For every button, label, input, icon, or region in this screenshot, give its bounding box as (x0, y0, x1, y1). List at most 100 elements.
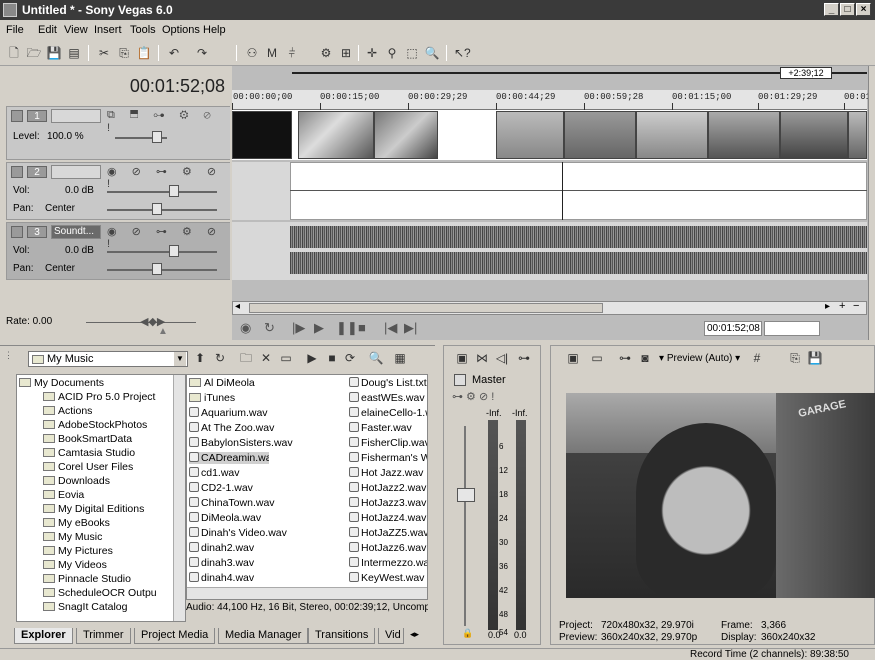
downmix-icon[interactable]: ◁| (494, 350, 510, 366)
file-item[interactable]: dinah4.wav (189, 572, 347, 584)
file-item[interactable]: Doug's List.txt (349, 377, 427, 389)
track-fx-icons[interactable]: ⧉ ⬒ ⊶ ⚙ ⊘ ! (107, 109, 230, 134)
tree-item[interactable]: ACID Pro 5.0 Project (43, 391, 155, 403)
scrollbar-thumb[interactable] (249, 303, 603, 313)
tree-item[interactable]: Corel User Files (43, 461, 133, 473)
pan-slider-track[interactable] (107, 209, 217, 211)
file-item[interactable]: Faster.wav (349, 422, 427, 434)
pan-slider-thumb[interactable] (152, 203, 162, 215)
file-item[interactable]: ChinaTown.wav (189, 497, 347, 509)
up-folder-icon[interactable]: ⬆ (192, 350, 208, 366)
tab-scroll-arrows-icon[interactable]: ◂▸ (410, 629, 419, 640)
mixer-properties-icon[interactable]: ▣ (454, 350, 470, 366)
file-item[interactable]: HotJazz6.wav (349, 542, 427, 554)
file-item[interactable]: At The Zoo.wav (189, 422, 347, 434)
file-item-selected[interactable]: CADreamin.wav (189, 452, 269, 464)
file-item[interactable]: eastWEs.wav (349, 392, 427, 404)
location-dropdown[interactable]: My Music ▼ (28, 351, 188, 367)
tree-item[interactable]: ScheduleOCR Outpu (43, 587, 157, 599)
track-name-field[interactable] (51, 165, 101, 179)
zoom-in-icon[interactable]: + (839, 300, 845, 312)
play-preview-icon[interactable]: ▶ (304, 350, 320, 366)
file-item[interactable]: Aquarium.wav (189, 407, 347, 419)
tree-item[interactable]: Downloads (43, 475, 110, 487)
file-item[interactable]: HotJaZZ5.wav (349, 527, 427, 539)
tree-item[interactable]: Actions (43, 405, 92, 417)
tab-media-manager[interactable]: Media Manager (218, 628, 309, 644)
open-folder-icon[interactable]: 🗁 (26, 45, 42, 61)
new-folder-icon[interactable]: 🗀 (238, 350, 254, 366)
menu-view[interactable]: View (64, 24, 88, 36)
tree-item-my-music[interactable]: My Music (43, 531, 102, 543)
zoom-tool-icon[interactable]: 🔍 (424, 45, 440, 61)
go-to-end-icon[interactable]: ▶| (404, 320, 417, 336)
file-item[interactable]: DiMeola.wav (189, 512, 347, 524)
video-clip[interactable] (496, 111, 564, 159)
view-options-icon[interactable]: ▦ (392, 350, 408, 366)
bus-icon[interactable]: ⋈ (474, 350, 490, 366)
menu-tools[interactable]: Tools (130, 24, 156, 36)
audio-track-3[interactable]: 3 Soundt... ◉ ⊘ ⊶ ⚙ ⊘ ! Vol: 0.0 dB Pan:… (6, 222, 230, 280)
menu-edit[interactable]: Edit (38, 24, 57, 36)
tree-item-my-documents[interactable]: My Documents (19, 377, 104, 389)
stop-icon[interactable]: ■ (358, 320, 366, 335)
timeline-vertical-scrollbar[interactable] (868, 66, 875, 340)
properties-icon[interactable]: ▤ (66, 45, 82, 61)
play-from-start-icon[interactable]: |▶ (292, 320, 305, 336)
menu-file[interactable]: File (6, 24, 24, 36)
tree-item[interactable]: Pinnacle Studio (43, 573, 131, 585)
file-list-scrollbar[interactable] (187, 587, 427, 599)
preview-quality-dropdown[interactable]: ▾ Preview (Auto) ▾ (659, 353, 740, 364)
tab-trimmer[interactable]: Trimmer (76, 628, 131, 644)
file-list[interactable]: Al DiMeola iTunes Aquarium.wav At The Zo… (186, 374, 428, 600)
video-clip[interactable] (298, 111, 374, 159)
tree-item[interactable]: My Videos (43, 559, 107, 571)
video-track-lane[interactable] (232, 110, 867, 160)
marker-icon[interactable]: M (264, 45, 280, 61)
normal-edit-tool-icon[interactable]: ✛ (364, 45, 380, 61)
file-item[interactable]: Fisherman's Wl (349, 452, 427, 464)
cut-icon[interactable]: ✂ (96, 45, 112, 61)
video-clip[interactable] (232, 111, 292, 159)
envelope-tool-icon[interactable]: ⚲ (384, 45, 400, 61)
save-snapshot-icon[interactable]: 💾 (807, 350, 823, 366)
record-icon[interactable]: ◉ (240, 320, 251, 336)
pan-slider-thumb[interactable] (152, 263, 162, 275)
video-clip[interactable] (780, 111, 848, 159)
tree-item[interactable]: AdobeStockPhotos (43, 419, 147, 431)
video-clip[interactable] (374, 111, 438, 159)
file-item[interactable]: Hot Jazz.wav (349, 467, 427, 479)
render-icon[interactable]: ⚇ (244, 45, 260, 61)
stop-preview-icon[interactable]: ■ (324, 350, 340, 366)
dim-output-icon[interactable]: ⊶ (516, 350, 532, 366)
tree-item[interactable]: BookSmartData (43, 433, 132, 445)
maximize-button[interactable]: □ (840, 3, 855, 16)
track-minimize-icon[interactable] (11, 166, 23, 178)
add-favorite-icon[interactable]: ▭ (278, 350, 294, 366)
tree-item[interactable]: Eovia (43, 489, 84, 501)
file-item[interactable]: Intermezzo.wa (349, 557, 427, 569)
go-to-start-icon[interactable]: |◀ (384, 320, 397, 336)
selection-tool-icon[interactable]: ⬚ (404, 45, 420, 61)
search-icon[interactable]: 🔍 (368, 350, 384, 366)
tab-explorer[interactable]: Explorer (14, 628, 73, 644)
master-fader-thumb[interactable] (457, 488, 475, 502)
delete-icon[interactable]: ✕ (258, 350, 274, 366)
lock-icon[interactable]: 🔒 (462, 628, 473, 639)
external-monitor-icon[interactable]: ▭ (589, 350, 605, 366)
file-item[interactable]: KeyWest.wav (349, 572, 427, 584)
level-slider-thumb[interactable] (152, 131, 162, 143)
overlays-icon[interactable]: # (749, 350, 765, 366)
menu-help[interactable]: Help (203, 24, 226, 36)
audio-waveform-left[interactable] (290, 226, 867, 248)
audio-track-2-lane[interactable] (232, 162, 867, 220)
ripple-icon[interactable]: ⊞ (338, 45, 354, 61)
tree-item[interactable]: My eBooks (43, 517, 110, 529)
file-item[interactable]: Dinah's Video.wav (189, 527, 347, 539)
copy-icon[interactable]: ⎘ (116, 45, 132, 61)
loop-playback-icon[interactable]: ↻ (264, 320, 275, 336)
split-screen-icon[interactable]: ◙ (637, 350, 653, 366)
track-name-field[interactable] (51, 109, 101, 123)
file-item[interactable]: HotJazz4.wav (349, 512, 427, 524)
refresh-icon[interactable]: ↻ (212, 350, 228, 366)
